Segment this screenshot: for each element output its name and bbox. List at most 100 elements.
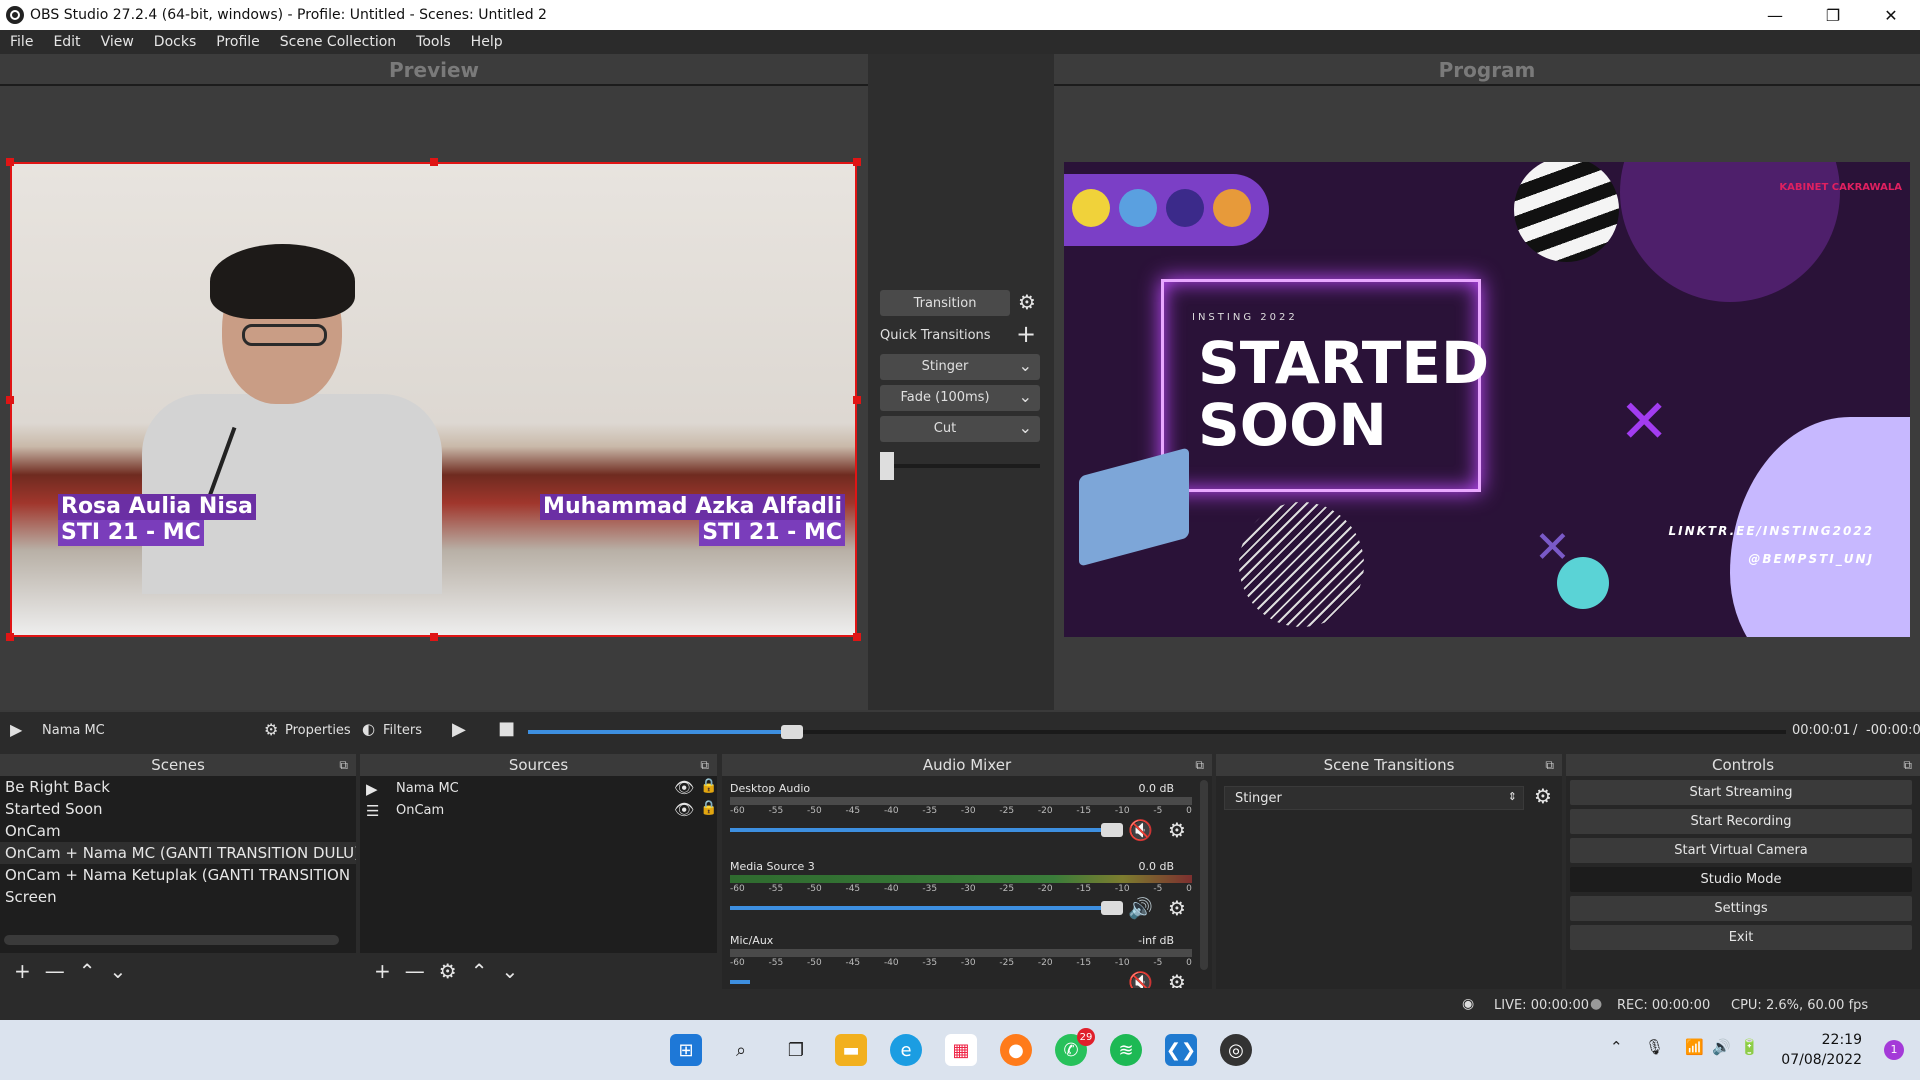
edge-browser-icon[interactable]: e — [890, 1034, 922, 1066]
menu-scene-collection[interactable]: Scene Collection — [270, 34, 406, 50]
properties-button[interactable]: Properties — [285, 723, 351, 738]
source-item[interactable]: ☰ OnCam 👁 🔒 — [366, 800, 717, 822]
notification-badge[interactable]: 1 — [1884, 1040, 1904, 1060]
add-source-icon[interactable]: + — [374, 959, 391, 983]
spinner-icon[interactable]: ⇕ — [1508, 790, 1517, 803]
visibility-eye-icon[interactable]: 👁 — [674, 800, 694, 819]
undock-icon[interactable]: ⧉ — [700, 754, 709, 776]
file-explorer-icon[interactable]: ▬ — [835, 1034, 867, 1066]
microsoft-store-icon[interactable]: ▦ — [945, 1034, 977, 1066]
channel-gear-icon[interactable]: ⚙ — [1168, 896, 1186, 920]
channel-gear-icon[interactable]: ⚙ — [1168, 818, 1186, 842]
lock-icon[interactable]: 🔒 — [700, 778, 717, 794]
resize-handle[interactable] — [6, 396, 14, 404]
scene-item[interactable]: Be Right Back — [0, 776, 356, 798]
obs-taskbar-icon[interactable]: ◎ — [1220, 1034, 1252, 1066]
volume-icon[interactable]: 🔊 — [1712, 1038, 1731, 1056]
visibility-eye-icon[interactable]: 👁 — [674, 778, 694, 797]
start-recording-button[interactable]: Start Recording — [1570, 809, 1912, 834]
transition-gear-icon[interactable]: ⚙ — [1018, 290, 1036, 314]
transition-select[interactable]: Stinger ⇕ — [1224, 786, 1524, 810]
menu-edit[interactable]: Edit — [43, 34, 90, 50]
exit-button[interactable]: Exit — [1570, 925, 1912, 950]
vscode-icon[interactable]: ❮❯ — [1165, 1034, 1197, 1066]
spotify-icon[interactable]: ≋ — [1110, 1034, 1142, 1066]
source-properties-gear-icon[interactable]: ⚙ — [439, 959, 457, 983]
quick-transition-cut[interactable]: Cut ⌄ — [880, 416, 1040, 442]
filters-icon[interactable]: ◐ — [362, 720, 375, 738]
volume-handle[interactable] — [1101, 901, 1123, 915]
system-clock[interactable]: 22:19 07/08/2022 — [1781, 1030, 1862, 1070]
mixer-scrollbar[interactable] — [1200, 780, 1208, 970]
menu-file[interactable]: File — [0, 34, 43, 50]
quick-transition-fade[interactable]: Fade (100ms) ⌄ — [880, 385, 1040, 411]
scene-item[interactable]: Screen — [0, 886, 356, 908]
menu-tools[interactable]: Tools — [406, 34, 461, 50]
menu-profile[interactable]: Profile — [206, 34, 270, 50]
speaker-icon[interactable]: 🔊 — [1128, 896, 1153, 920]
filters-button[interactable]: Filters — [383, 723, 422, 738]
search-icon[interactable]: ⌕ — [725, 1034, 757, 1066]
source-item[interactable]: ▶ Nama MC 👁 🔒 — [366, 778, 717, 800]
move-down-icon[interactable]: ⌄ — [110, 959, 127, 983]
wifi-icon[interactable]: 📶 — [1685, 1038, 1704, 1056]
transition-settings-gear-icon[interactable]: ⚙ — [1534, 784, 1552, 808]
properties-gear-icon[interactable]: ⚙ — [264, 720, 278, 739]
resize-handle[interactable] — [853, 158, 861, 166]
close-button[interactable]: ✕ — [1862, 0, 1920, 30]
firefox-icon[interactable]: ● — [1000, 1034, 1032, 1066]
move-down-icon[interactable]: ⌄ — [501, 959, 518, 983]
menu-help[interactable]: Help — [461, 34, 513, 50]
start-streaming-button[interactable]: Start Streaming — [1570, 780, 1912, 805]
volume-slider[interactable] — [730, 901, 1123, 915]
undock-icon[interactable]: ⧉ — [339, 754, 348, 776]
stop-button[interactable]: ■ — [498, 718, 515, 739]
undock-icon[interactable]: ⧉ — [1545, 754, 1554, 776]
menu-view[interactable]: View — [91, 34, 144, 50]
minimize-button[interactable]: — — [1746, 0, 1804, 30]
channel-gear-icon[interactable]: ⚙ — [1168, 970, 1186, 988]
add-quick-transition-icon[interactable]: + — [1016, 320, 1036, 348]
play-button[interactable]: ▶ — [452, 719, 466, 740]
show-hidden-icons-icon[interactable]: ⌃ — [1610, 1038, 1623, 1056]
volume-handle[interactable] — [1101, 823, 1123, 837]
task-view-icon[interactable]: ❐ — [780, 1034, 812, 1066]
battery-icon[interactable]: 🔋 — [1740, 1038, 1759, 1056]
scene-item[interactable]: OnCam + Nama Ketuplak (GANTI TRANSITION … — [0, 864, 356, 886]
microphone-icon[interactable]: 🎙 — [1645, 1038, 1664, 1056]
menu-docks[interactable]: Docks — [144, 34, 206, 50]
add-scene-icon[interactable]: + — [14, 959, 31, 983]
undock-icon[interactable]: ⧉ — [1195, 754, 1204, 776]
horizontal-scrollbar[interactable] — [4, 935, 339, 945]
speaker-muted-icon[interactable]: 🔇 — [1128, 970, 1153, 988]
resize-handle[interactable] — [853, 396, 861, 404]
resize-handle[interactable] — [430, 633, 438, 641]
resize-handle[interactable] — [853, 633, 861, 641]
transition-button[interactable]: Transition — [880, 290, 1010, 316]
scene-item[interactable]: OnCam — [0, 820, 356, 842]
move-up-icon[interactable]: ⌃ — [471, 959, 488, 983]
resize-handle[interactable] — [6, 158, 14, 166]
scene-item[interactable]: Started Soon — [0, 798, 356, 820]
preview-canvas[interactable]: Rosa Aulia Nisa STI 21 - MC Muhammad Azk… — [10, 162, 857, 637]
volume-slider[interactable] — [730, 980, 750, 984]
t-bar-slider[interactable] — [880, 452, 1040, 480]
speaker-muted-icon[interactable]: 🔇 — [1128, 818, 1153, 842]
windows-start-icon[interactable]: ⊞ — [670, 1034, 702, 1066]
seek-handle[interactable] — [781, 725, 804, 739]
studio-mode-button[interactable]: Studio Mode — [1570, 867, 1912, 892]
restore-button[interactable]: ❐ — [1804, 0, 1862, 30]
media-seek-bar[interactable] — [528, 725, 1786, 739]
resize-handle[interactable] — [430, 158, 438, 166]
remove-scene-icon[interactable]: — — [45, 959, 65, 983]
remove-source-icon[interactable]: — — [405, 959, 425, 983]
settings-button[interactable]: Settings — [1570, 896, 1912, 921]
volume-slider[interactable] — [730, 823, 1123, 837]
undock-icon[interactable]: ⧉ — [1903, 754, 1912, 776]
t-bar-handle[interactable] — [880, 452, 894, 480]
lock-icon[interactable]: 🔒 — [700, 800, 717, 816]
quick-transition-stinger[interactable]: Stinger ⌄ — [880, 354, 1040, 380]
move-up-icon[interactable]: ⌃ — [79, 959, 96, 983]
resize-handle[interactable] — [6, 633, 14, 641]
start-virtual-camera-button[interactable]: Start Virtual Camera — [1570, 838, 1912, 863]
